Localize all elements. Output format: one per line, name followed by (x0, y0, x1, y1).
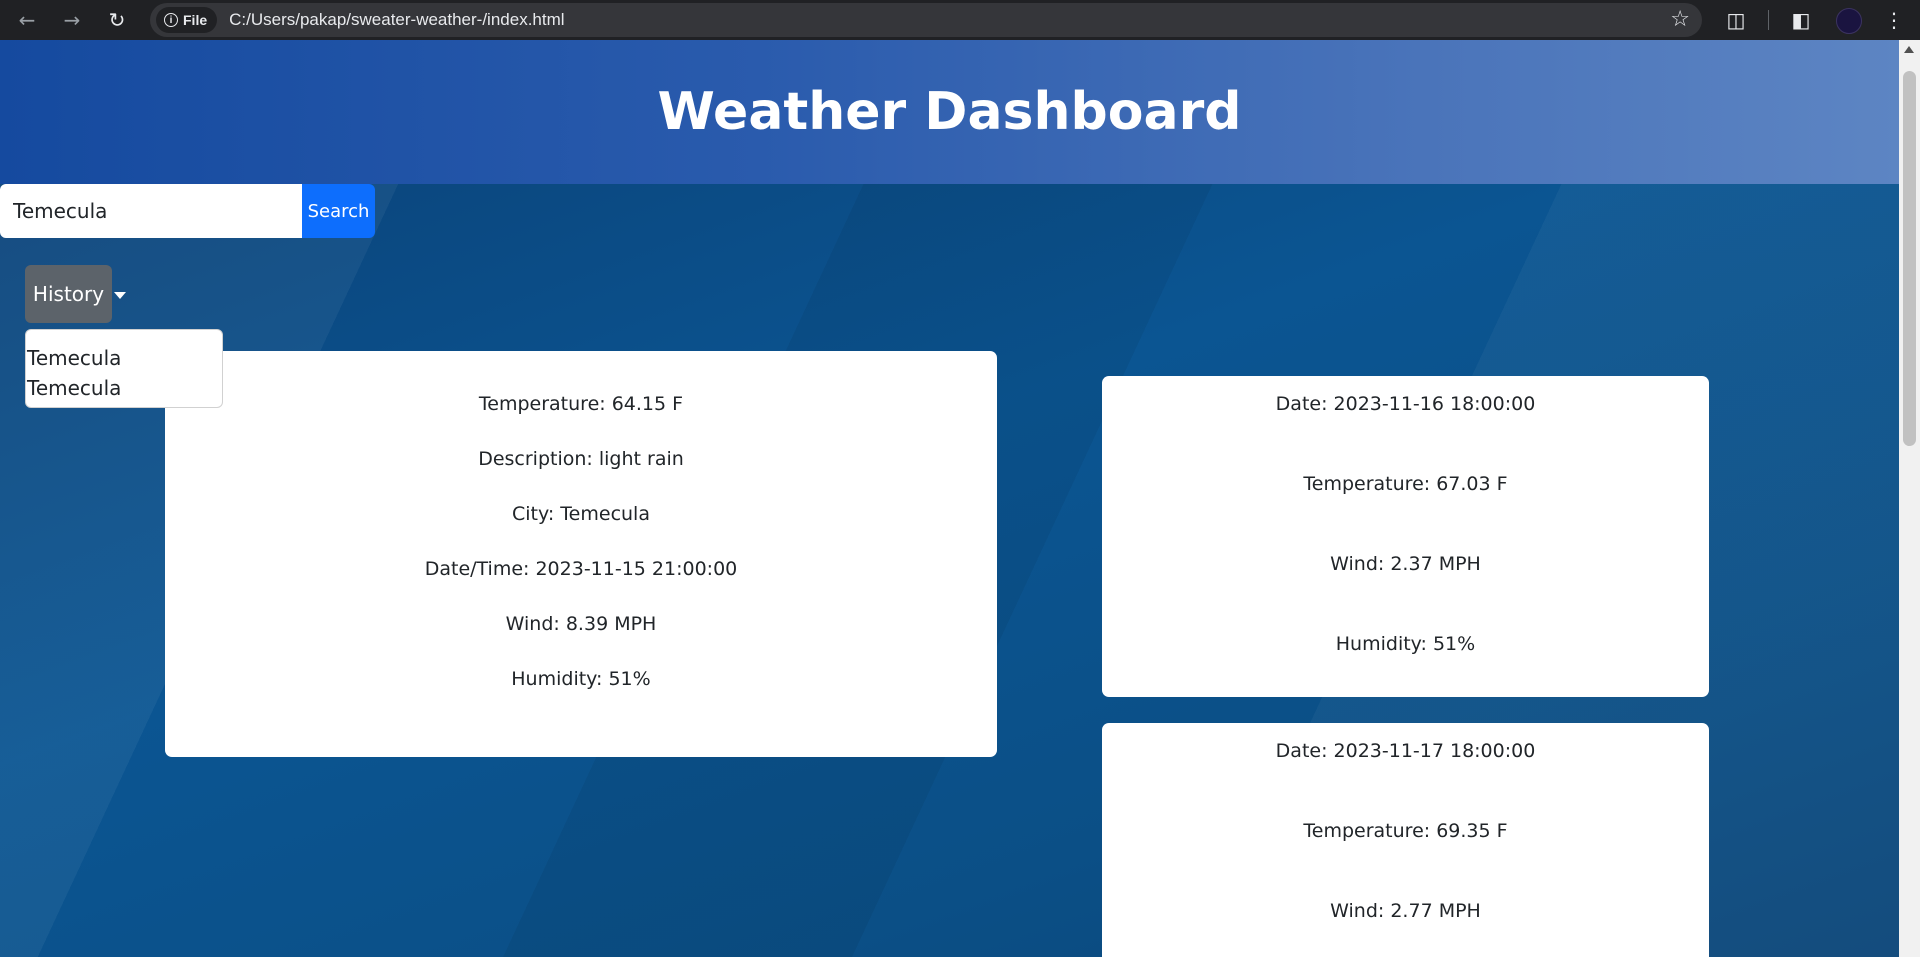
forecast-wind: Wind: 2.37 MPH (1330, 553, 1481, 575)
history-item[interactable]: Temecula (26, 373, 222, 403)
forward-arrow-icon[interactable]: → (58, 6, 86, 34)
current-temperature: Temperature: 64.15 F (478, 393, 684, 415)
menu-kebab-icon[interactable]: ⋮ (1880, 6, 1908, 34)
back-arrow-icon[interactable]: ← (13, 6, 41, 34)
current-wind: Wind: 8.39 MPH (505, 613, 657, 635)
current-description: Description: light rain (478, 448, 684, 470)
page-scrollbar[interactable] (1899, 40, 1920, 957)
search-button[interactable]: Search (302, 184, 375, 238)
site-info-chip[interactable]: i File (156, 7, 218, 33)
caret-down-icon (114, 292, 126, 299)
forecast-wind: Wind: 2.77 MPH (1330, 900, 1481, 922)
history-item[interactable]: Temecula (26, 343, 222, 373)
file-label: File (183, 12, 208, 28)
toolbar-divider (1768, 10, 1769, 30)
browser-toolbar: ← → ↻ i File C:/Users/pakap/sweater-weat… (0, 0, 1920, 40)
info-icon: i (164, 13, 178, 27)
page-header: Weather Dashboard (0, 40, 1899, 184)
history-dropdown-button[interactable]: History (25, 265, 126, 323)
city-search-input[interactable] (0, 184, 302, 238)
reload-icon[interactable]: ↻ (103, 6, 131, 34)
extensions-icon[interactable]: ◫ (1722, 6, 1750, 34)
scrollbar-thumb[interactable] (1903, 71, 1916, 446)
bookmark-star-icon[interactable]: ☆ (1670, 7, 1690, 32)
scroll-up-arrow-icon[interactable] (1904, 46, 1914, 53)
page-body: Weather Dashboard Search History Tempera… (0, 40, 1899, 957)
current-city: City: Temecula (512, 503, 650, 525)
current-weather-card: Temperature: 64.15 F Description: light … (165, 351, 997, 757)
forecast-date: Date: 2023-11-16 18:00:00 (1275, 393, 1536, 415)
forecast-card: Date: 2023-11-17 18:00:00 Temperature: 6… (1102, 723, 1709, 957)
profile-avatar-icon[interactable] (1836, 8, 1862, 34)
forecast-card: Date: 2023-11-16 18:00:00 Temperature: 6… (1102, 376, 1709, 697)
forecast-temperature: Temperature: 69.35 F (1303, 820, 1508, 842)
history-dropdown-menu: Temecula Temecula (25, 329, 223, 408)
url-text[interactable]: C:/Users/pakap/sweater-weather-/index.ht… (229, 10, 564, 30)
current-humidity: Humidity: 51% (511, 668, 651, 690)
current-datetime: Date/Time: 2023-11-15 21:00:00 (424, 558, 738, 580)
address-bar[interactable]: i File C:/Users/pakap/sweater-weather-/i… (150, 3, 1702, 37)
forecast-date: Date: 2023-11-17 18:00:00 (1275, 740, 1536, 762)
forecast-temperature: Temperature: 67.03 F (1303, 473, 1508, 495)
side-panel-icon[interactable]: ◧ (1787, 6, 1815, 34)
history-button-label: History (32, 282, 105, 306)
forecast-humidity: Humidity: 51% (1335, 633, 1476, 655)
page-title: Weather Dashboard (657, 82, 1242, 142)
